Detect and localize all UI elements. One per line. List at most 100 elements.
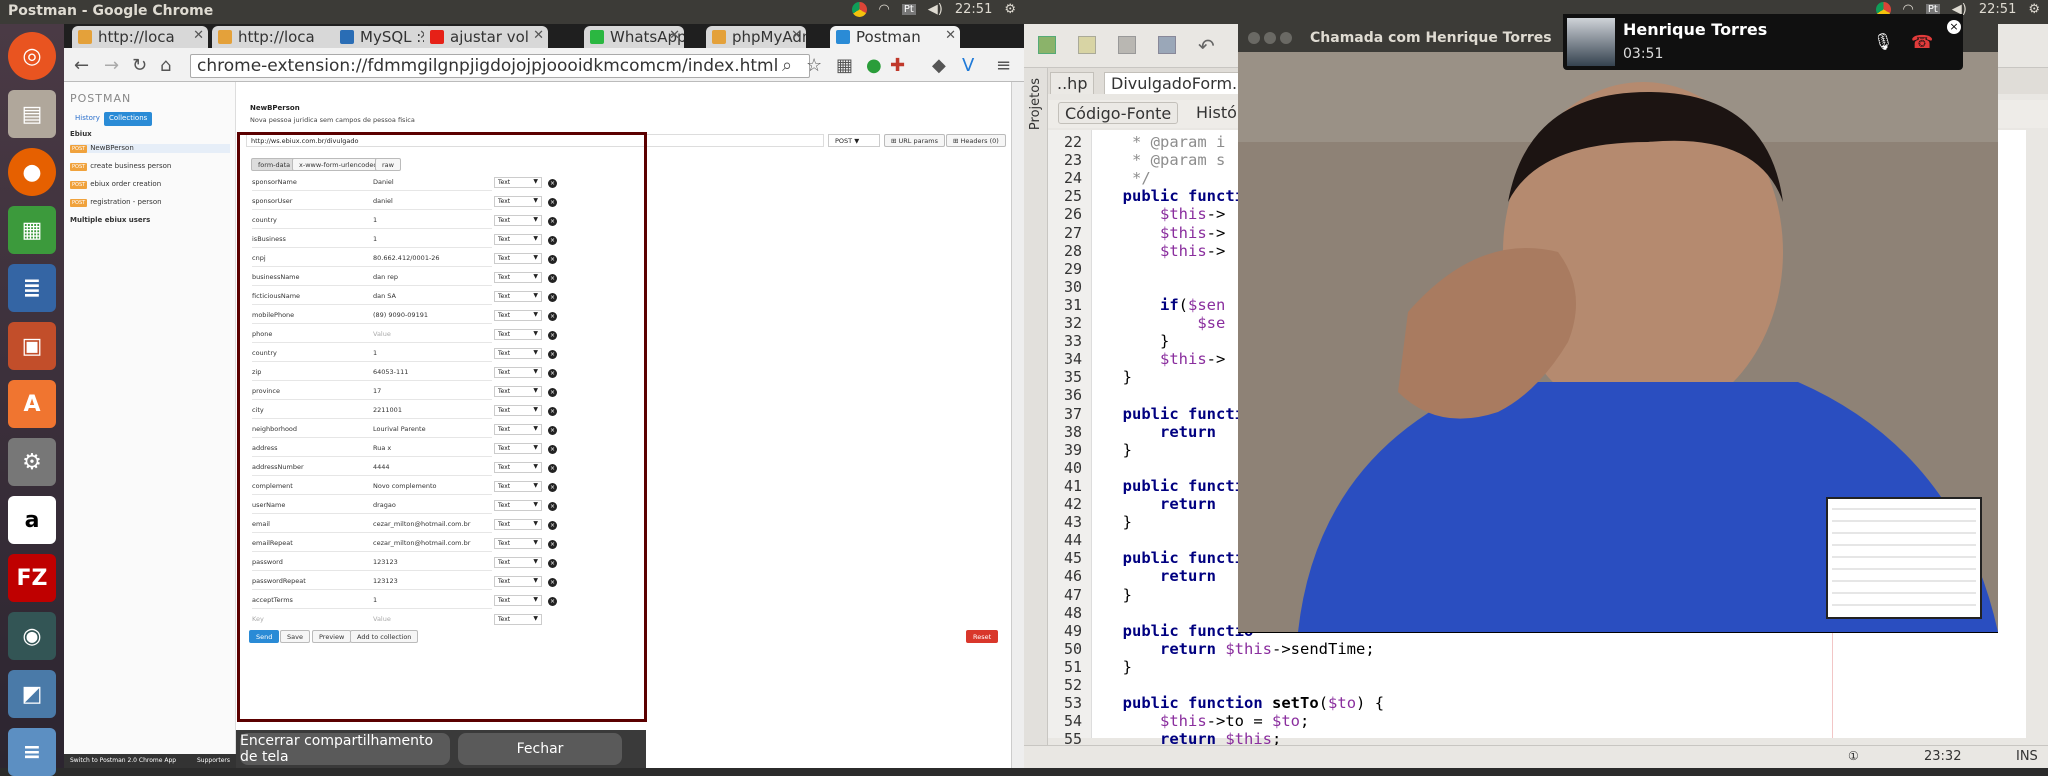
source-tab[interactable]: Código-Fonte [1058, 102, 1179, 124]
settings-icon[interactable]: ⚙ [8, 438, 56, 486]
browser-tab[interactable]: Postman ✕ [830, 26, 960, 48]
code-line[interactable]: public functio [1104, 477, 1254, 495]
code-line[interactable]: } [1104, 441, 1132, 459]
software-center-icon[interactable]: A [8, 380, 56, 428]
microphone-icon[interactable]: 🎙 [1873, 32, 1893, 51]
extension-cap-icon[interactable]: ◆ [932, 55, 946, 76]
close-tab-icon[interactable]: ✕ [193, 28, 204, 43]
code-line[interactable]: $this-> [1104, 224, 1225, 242]
close-tab-icon[interactable]: ✕ [669, 28, 680, 43]
pt-keyboard-icon[interactable]: Pt [901, 4, 916, 15]
clock-right[interactable]: 22:51 [1979, 2, 2016, 17]
extension-film-icon[interactable]: ▦ [836, 55, 853, 76]
webcam-icon[interactable]: ◉ [8, 612, 56, 660]
home-icon[interactable]: ⌂ [160, 55, 171, 76]
stop-sharing-button[interactable]: Encerrar compartilhamento de tela [240, 733, 450, 765]
hang-up-icon[interactable]: ☎ [1911, 32, 1933, 53]
firefox-icon[interactable]: ● [8, 148, 56, 196]
gear-icon[interactable]: ⚙ [1004, 2, 1016, 17]
reload-icon[interactable]: ↻ [132, 55, 147, 76]
wifi-icon[interactable]: ◠ [879, 2, 890, 17]
url-params-button[interactable]: ⊞ URL params [884, 134, 945, 147]
code-line[interactable]: */ [1104, 169, 1151, 187]
page-scrollbar[interactable] [1011, 82, 1024, 768]
code-line[interactable]: public functio [1104, 187, 1254, 205]
new-project-icon[interactable] [1038, 36, 1056, 54]
code-line[interactable]: public functio [1104, 549, 1254, 567]
forward-icon[interactable]: → [104, 55, 119, 76]
switch-link[interactable]: Switch to Postman 2.0 Chrome App [70, 757, 176, 764]
collection-request[interactable]: POST registration - person [70, 198, 162, 207]
projects-panel-tab[interactable]: Projetos [1024, 68, 1048, 758]
code-line[interactable]: } [1104, 586, 1132, 604]
gear-icon-right[interactable]: ⚙ [2028, 2, 2040, 17]
code-line[interactable]: $se [1104, 314, 1225, 332]
bookmark-star-icon[interactable]: ☆ [806, 55, 822, 76]
minimize-window-icon[interactable] [1264, 32, 1276, 44]
code-line[interactable]: $this-> [1104, 242, 1225, 260]
headers-button[interactable]: ⊞ Headers (0) [946, 134, 1006, 147]
browser-tab[interactable]: MySQL :: M✕ [334, 26, 434, 48]
browser-tab[interactable]: WhatsApp ✕ [584, 26, 684, 48]
code-line[interactable]: } [1104, 368, 1132, 386]
collection-multiple-users[interactable]: Multiple ebiux users [70, 216, 150, 224]
browser-tab[interactable]: phpMyAdm✕ [706, 26, 806, 48]
extension-v-icon[interactable]: V [962, 55, 974, 76]
code-line[interactable]: * @param i [1104, 133, 1225, 151]
monitor-icon[interactable]: ◩ [8, 670, 56, 718]
code-line[interactable]: return [1104, 495, 1216, 513]
collection-request[interactable]: POST ebiux order creation [70, 180, 161, 189]
code-line[interactable]: $this->to = $to; [1104, 712, 1309, 730]
chrome-menu-icon[interactable]: ≡ [996, 55, 1011, 76]
browser-tab[interactable]: http://loca✕ [212, 26, 348, 48]
editor-tab-1[interactable]: ..hp [1050, 72, 1095, 94]
ubuntu-icon[interactable]: ◎ [8, 32, 56, 80]
tab-collections[interactable]: Collections [104, 112, 153, 126]
extension-green-icon[interactable]: ● [866, 55, 882, 76]
address-bar[interactable]: chrome-extension://fdmmgilgnpjigdojojpjo… [190, 54, 810, 78]
maximize-window-icon[interactable] [1280, 32, 1292, 44]
chrome-tray-icon[interactable] [851, 2, 867, 17]
code-line[interactable]: } [1104, 332, 1169, 350]
files-icon[interactable]: ▤ [8, 90, 56, 138]
method-select[interactable]: POST ▼ [828, 134, 880, 147]
code-line[interactable]: $this-> [1104, 205, 1225, 223]
code-line[interactable]: if($sen [1104, 296, 1225, 314]
reset-button[interactable]: Reset [966, 630, 999, 643]
disk-icon[interactable]: ≡ [8, 728, 56, 776]
collection-request[interactable]: POST NewBPerson [70, 144, 230, 153]
back-icon[interactable]: ← [74, 55, 89, 76]
spreadsheet-icon[interactable]: ▦ [8, 206, 56, 254]
code-line[interactable]: return [1104, 423, 1216, 441]
volume-icon[interactable]: ◀) [928, 2, 943, 17]
close-tab-icon[interactable]: ✕ [533, 28, 544, 43]
clock[interactable]: 22:51 [955, 2, 992, 17]
collection-request[interactable]: POST create business person [70, 162, 171, 171]
code-line[interactable]: } [1104, 513, 1132, 531]
extension-plus-icon[interactable]: ✚ [890, 55, 905, 76]
impress-icon[interactable]: ▣ [8, 322, 56, 370]
open-icon[interactable] [1118, 36, 1136, 54]
save-all-icon[interactable] [1158, 36, 1176, 54]
code-line[interactable]: return [1104, 567, 1216, 585]
undo-icon[interactable]: ↶ [1198, 34, 1215, 58]
browser-tab[interactable]: http://loca✕ [72, 26, 208, 48]
search-icon[interactable]: ⌕ [782, 55, 792, 76]
code-line[interactable]: public functio [1104, 405, 1254, 423]
writer-icon[interactable]: ≣ [8, 264, 56, 312]
close-tab-icon[interactable]: ✕ [791, 28, 802, 43]
code-line[interactable]: public functio [1104, 622, 1254, 640]
amazon-icon[interactable]: a [8, 496, 56, 544]
close-window-icon[interactable] [1248, 32, 1260, 44]
code-line[interactable]: $this-> [1104, 350, 1225, 368]
code-line[interactable]: } [1104, 658, 1132, 676]
filezilla-icon[interactable]: FZ [8, 554, 56, 602]
close-button[interactable]: Fechar [458, 733, 622, 765]
code-line[interactable]: public function setTo($to) { [1104, 694, 1384, 712]
close-call-icon[interactable]: × [1947, 20, 1961, 34]
browser-tab[interactable]: ajustar vol ✕ [424, 26, 548, 48]
code-line[interactable]: return $this->sendTime; [1104, 640, 1375, 658]
new-file-icon[interactable] [1078, 36, 1096, 54]
collection-ebiux[interactable]: Ebiux [70, 130, 92, 138]
code-line[interactable]: * @param s [1104, 151, 1225, 169]
